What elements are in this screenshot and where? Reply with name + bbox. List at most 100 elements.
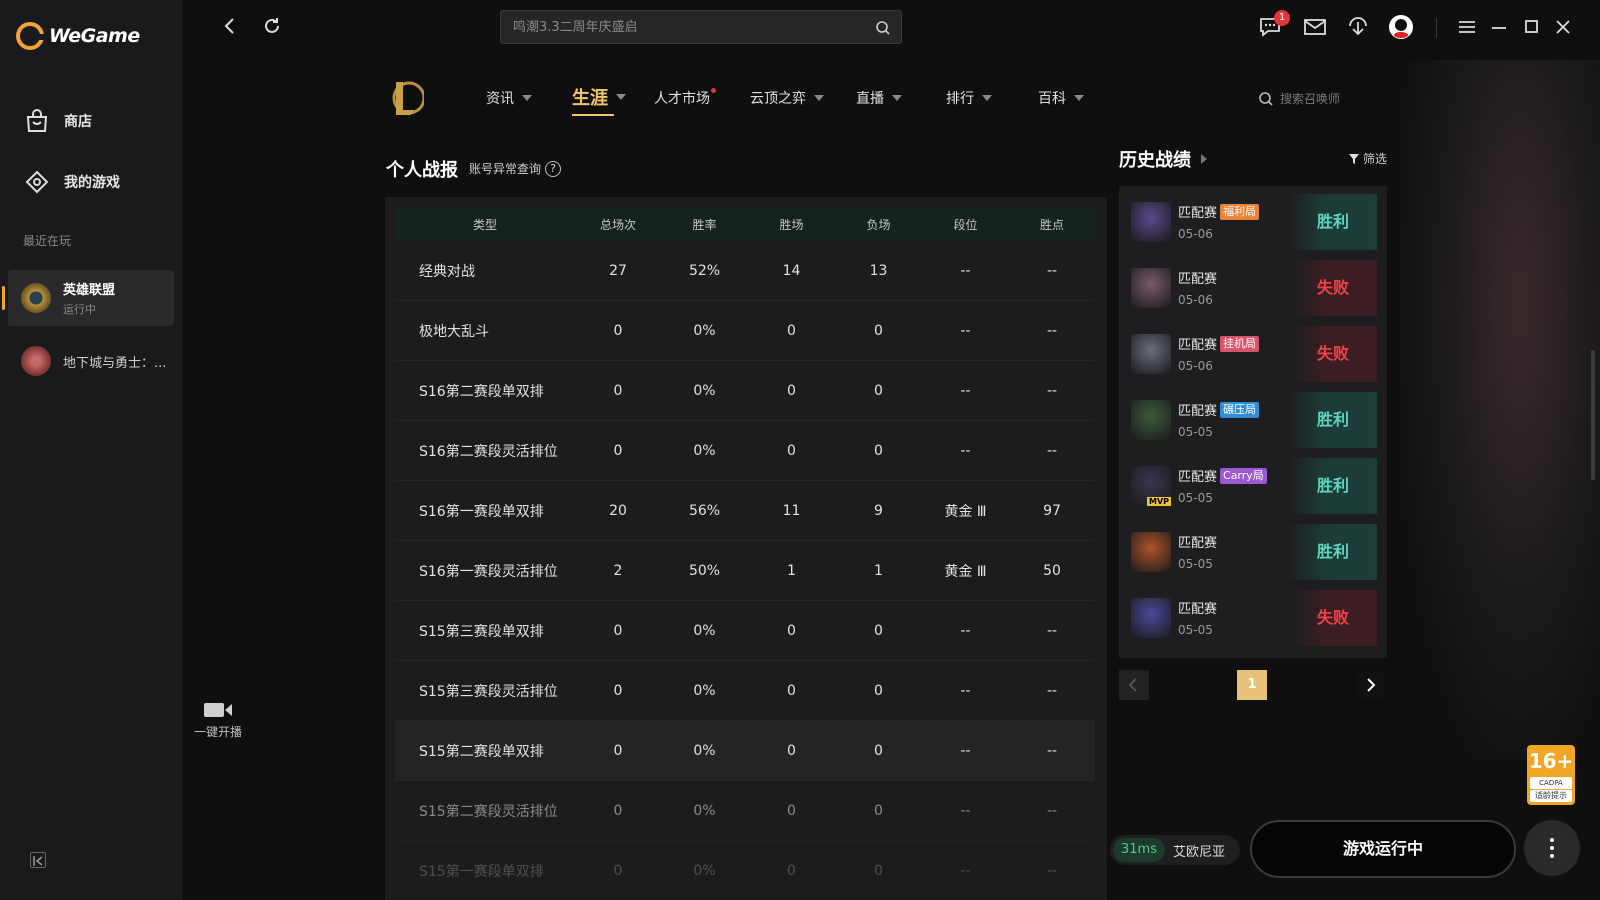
filter-label: 筛选 xyxy=(1363,152,1388,166)
match-mode: 匹配赛 挂机局 xyxy=(1178,334,1260,353)
hamburger-menu-icon xyxy=(1459,21,1475,33)
chevron-down-icon xyxy=(1074,95,1084,101)
page-scrollbar[interactable] xyxy=(1591,350,1595,480)
table-cell: 0 xyxy=(613,862,623,879)
help-icon[interactable]: ? xyxy=(545,160,562,177)
tab-label: 排行 xyxy=(946,91,974,107)
match-mode: 匹配赛 xyxy=(1178,598,1217,617)
champion-avatar xyxy=(1131,532,1171,572)
match-history-item[interactable]: 匹配赛 挂机局 05-06 失败 xyxy=(1131,326,1377,382)
tab-tft[interactable]: 云顶之弈 xyxy=(750,88,824,108)
table-cell: 0 xyxy=(874,622,883,639)
match-mode-label: 匹配赛 xyxy=(1178,404,1218,419)
column-header: 段位 xyxy=(953,217,978,232)
column-header: 负场 xyxy=(866,217,891,232)
match-history-item[interactable]: MVP 匹配赛 Carry局 05-05 胜利 xyxy=(1131,458,1377,514)
refresh-icon xyxy=(265,18,279,33)
age-text: 适龄提示 xyxy=(1530,790,1572,802)
match-history-item[interactable]: 匹配赛 福利局 05-06 胜利 xyxy=(1131,194,1377,250)
table-cell: S16第二赛段灵活排位 xyxy=(419,443,558,460)
match-history-item[interactable]: 匹配赛 05-06 失败 xyxy=(1131,260,1377,316)
match-tag: 碾压局 xyxy=(1220,401,1260,418)
game-running-button[interactable]: 游戏运行中 xyxy=(1250,820,1516,878)
table-cell: 9 xyxy=(874,502,883,519)
close-button[interactable] xyxy=(1550,14,1576,40)
mail-button[interactable] xyxy=(1302,14,1328,40)
table-cell: 0 xyxy=(613,382,623,399)
server-status[interactable]: 31ms 艾欧尼亚 xyxy=(1110,835,1240,865)
age-rating: 16+ xyxy=(1528,749,1574,773)
sidebar-item-my-games[interactable]: 我的游戏 xyxy=(24,169,120,195)
user-avatar-button[interactable] xyxy=(1388,14,1414,40)
match-mode: 匹配赛 福利局 xyxy=(1178,202,1260,221)
search-icon[interactable] xyxy=(875,20,891,36)
collapse-sidebar-button[interactable] xyxy=(30,852,46,868)
table-cell: 11 xyxy=(782,502,801,519)
global-search[interactable] xyxy=(500,10,902,44)
sidebar-item-store[interactable]: 商店 xyxy=(24,108,92,134)
maximize-button[interactable] xyxy=(1518,14,1544,40)
account-anomaly-query-link[interactable]: 账号异常查询 ? xyxy=(469,160,562,177)
refresh-button[interactable] xyxy=(260,14,284,38)
summoner-search[interactable]: 搜索召唤师 xyxy=(1258,90,1340,107)
table-cell: 50% xyxy=(688,562,721,579)
downloads-button[interactable] xyxy=(1345,14,1371,40)
next-page-button[interactable] xyxy=(1356,670,1386,700)
tab-talent-market[interactable]: 人才市场 xyxy=(654,88,716,108)
match-date: 05-05 xyxy=(1178,557,1213,571)
page-number-button[interactable]: 1 xyxy=(1237,670,1267,700)
chevron-right-icon xyxy=(1367,678,1376,692)
chevron-down-icon xyxy=(892,95,902,101)
table-cell: 0 xyxy=(613,622,623,639)
stream-label: 一键开播 xyxy=(193,725,242,739)
lol-logo-icon[interactable] xyxy=(390,78,424,118)
table-row: S15第一赛段单双排 0 0% 0 0 -- -- xyxy=(395,841,1095,900)
topbar-divider xyxy=(1436,18,1437,38)
match-history-title[interactable]: 历史战绩 xyxy=(1119,146,1207,172)
tab-ranking[interactable]: 排行 xyxy=(946,88,992,108)
recent-game-lol[interactable]: 英雄联盟 运行中 xyxy=(2,270,174,326)
back-button[interactable] xyxy=(218,14,242,38)
search-input[interactable] xyxy=(501,11,861,43)
one-click-stream-button[interactable]: 一键开播 xyxy=(188,700,248,740)
messages-button[interactable]: 1 xyxy=(1258,10,1290,40)
table-cell: -- xyxy=(960,622,971,639)
match-tag: Carry局 xyxy=(1220,467,1267,484)
controller-icon xyxy=(24,169,50,195)
chevron-left-icon xyxy=(224,18,234,34)
filter-button[interactable]: 筛选 xyxy=(1348,150,1387,167)
table-cell: 经典对战 xyxy=(419,263,475,280)
table-cell: -- xyxy=(1046,742,1058,759)
tab-news[interactable]: 资讯 xyxy=(486,88,532,108)
column-header: 总场次 xyxy=(599,217,636,232)
match-history-item[interactable]: 匹配赛 05-05 胜利 xyxy=(1131,524,1377,580)
match-history-item[interactable]: 匹配赛 碾压局 05-05 胜利 xyxy=(1131,392,1377,448)
match-tag: 福利局 xyxy=(1220,203,1260,220)
tab-wiki[interactable]: 百科 xyxy=(1038,88,1084,108)
chevron-down-icon xyxy=(982,95,992,101)
match-date: 05-06 xyxy=(1178,227,1213,241)
minimize-button[interactable] xyxy=(1486,14,1512,40)
prev-page-button[interactable] xyxy=(1119,670,1149,700)
tab-live[interactable]: 直播 xyxy=(856,88,902,108)
table-cell: 0 xyxy=(787,382,796,399)
wegame-logo[interactable]: WeGame xyxy=(16,22,140,50)
tab-career[interactable]: 生涯 xyxy=(572,84,626,116)
table-cell: 0 xyxy=(874,322,883,339)
table-cell: -- xyxy=(1046,442,1058,459)
match-history-item[interactable]: 匹配赛 05-05 失败 xyxy=(1131,590,1377,646)
table-cell: 0 xyxy=(613,802,623,819)
recent-game-dnf[interactable]: 地下城与勇士：... xyxy=(8,333,174,389)
table-cell: 0 xyxy=(613,742,623,759)
table-cell: -- xyxy=(960,802,971,819)
sidebar: WeGame 商店 我的游戏 最近在玩 英雄联盟 运行中 地下城与勇士：... xyxy=(0,0,182,900)
menu-button[interactable] xyxy=(1454,14,1480,40)
table-cell: -- xyxy=(1046,322,1058,339)
table-cell: 13 xyxy=(869,262,888,279)
more-options-button[interactable] xyxy=(1524,820,1580,876)
match-mode: 匹配赛 xyxy=(1178,532,1217,551)
tab-label: 生涯 xyxy=(572,88,608,109)
table-cell: 0% xyxy=(693,382,716,399)
champion-avatar xyxy=(1131,598,1171,638)
table-cell: 0% xyxy=(693,802,716,819)
